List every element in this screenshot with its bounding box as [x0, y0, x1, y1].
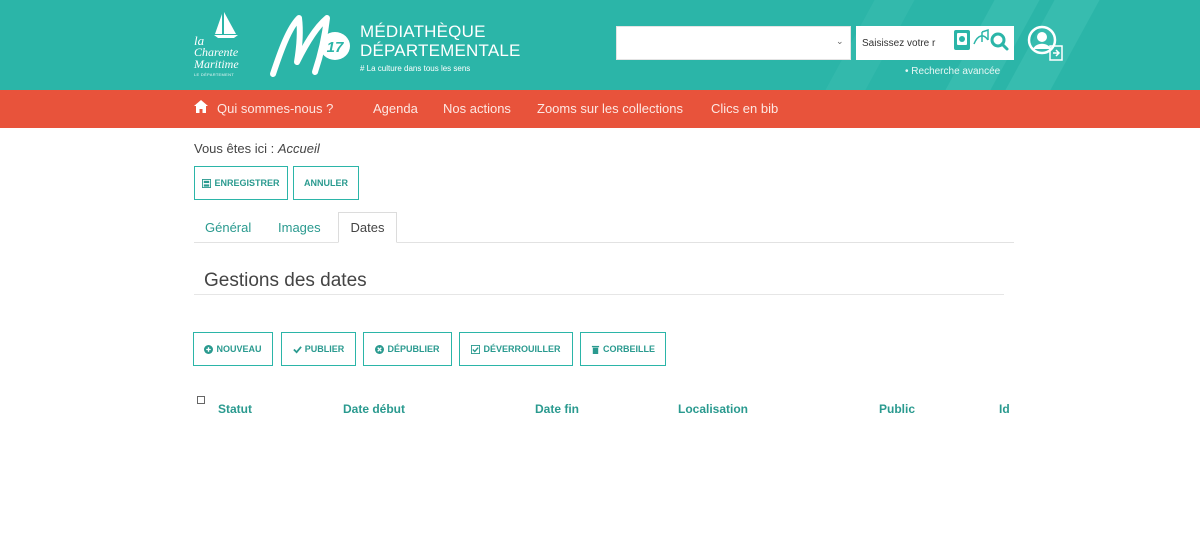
search-button[interactable] [946, 26, 1014, 60]
cancel-button-label: ANNULER [304, 178, 348, 188]
save-icon [202, 178, 212, 188]
unpublish-button-label: DÉPUBLIER [387, 344, 440, 354]
nav-item-nos-actions[interactable]: Nos actions [443, 101, 511, 116]
sailboat-icon [214, 12, 238, 38]
tab-dates-label: Dates [350, 220, 385, 235]
tabs-divider [194, 242, 1014, 243]
home-icon[interactable] [194, 100, 208, 113]
user-login-icon[interactable] [1026, 24, 1068, 64]
column-header-id[interactable]: Id [999, 402, 1010, 416]
search-input[interactable] [856, 26, 946, 60]
trash-button-label: CORBEILLE [602, 344, 655, 354]
check-icon [292, 345, 302, 354]
column-header-date-fin[interactable]: Date fin [535, 402, 579, 416]
publish-button-label: PUBLIER [304, 344, 345, 354]
trash-icon [591, 345, 600, 354]
select-all-checkbox[interactable] [197, 396, 205, 404]
site-header: la Charente Maritime LE DÉPARTEMENT 17 M… [0, 0, 1200, 90]
trash-button[interactable]: CORBEILLE [580, 332, 666, 366]
advanced-search-link[interactable]: • Recherche avancée [905, 66, 1000, 77]
brand-subtitle: # La culture dans tous les sens [360, 64, 471, 73]
nav-item-clics-en-bib[interactable]: Clics en bib [711, 101, 778, 116]
svg-text:17: 17 [327, 39, 344, 56]
times-circle-icon [375, 344, 385, 354]
section-divider [194, 294, 1004, 295]
logo-text-departement: LE DÉPARTEMENT [194, 72, 235, 77]
search-scope-select[interactable] [616, 26, 851, 60]
plus-circle-icon [204, 344, 214, 354]
nav-item-agenda[interactable]: Agenda [373, 101, 418, 116]
logo-text-maritime: Maritime [194, 57, 239, 71]
tab-images[interactable]: Images [278, 220, 321, 235]
column-header-date-debut[interactable]: Date début [343, 402, 405, 416]
publish-button[interactable]: PUBLIER [281, 332, 356, 366]
new-button[interactable]: NOUVEAU [193, 332, 273, 366]
brand-title-line1: MÉDIATHÈQUE [360, 22, 486, 41]
tab-dates[interactable]: Dates [338, 212, 397, 243]
save-button[interactable]: ENREGISTRER [194, 166, 288, 200]
cancel-button[interactable]: ANNULER [293, 166, 359, 200]
breadcrumb-prefix: Vous êtes ici : [194, 141, 275, 156]
section-title: Gestions des dates [204, 270, 367, 291]
save-button-label: ENREGISTRER [214, 178, 280, 188]
breadcrumb-current[interactable]: Accueil [278, 141, 320, 156]
unlock-button-label: DÉVERROUILLER [483, 344, 561, 354]
tab-general[interactable]: Général [205, 220, 251, 235]
brand-title-line2: DÉPARTEMENTALE [360, 41, 521, 60]
checkbox-checked-icon [471, 344, 481, 354]
breadcrumb: Vous êtes ici : Accueil [194, 141, 320, 156]
search-illustration-icon [954, 28, 1009, 51]
chevron-down-icon[interactable]: ⌄ [836, 36, 844, 47]
column-header-public[interactable]: Public [879, 402, 915, 416]
column-header-statut[interactable]: Statut [218, 402, 252, 416]
column-header-localisation[interactable]: Localisation [678, 402, 748, 416]
new-button-label: NOUVEAU [216, 344, 262, 354]
brand-title: MÉDIATHÈQUE DÉPARTEMENTALE [360, 22, 521, 60]
main-nav: Qui sommes-nous ? Agenda Nos actions Zoo… [0, 90, 1200, 128]
unlock-button[interactable]: DÉVERROUILLER [459, 332, 573, 366]
md17-logo[interactable]: 17 [265, 10, 355, 82]
charente-maritime-logo[interactable]: la Charente Maritime LE DÉPARTEMENT [192, 12, 254, 78]
nav-item-zooms-collections[interactable]: Zooms sur les collections [537, 101, 683, 116]
unpublish-button[interactable]: DÉPUBLIER [363, 332, 452, 366]
nav-item-qui-sommes-nous[interactable]: Qui sommes-nous ? [217, 101, 333, 116]
header-decoration [825, 0, 1100, 90]
